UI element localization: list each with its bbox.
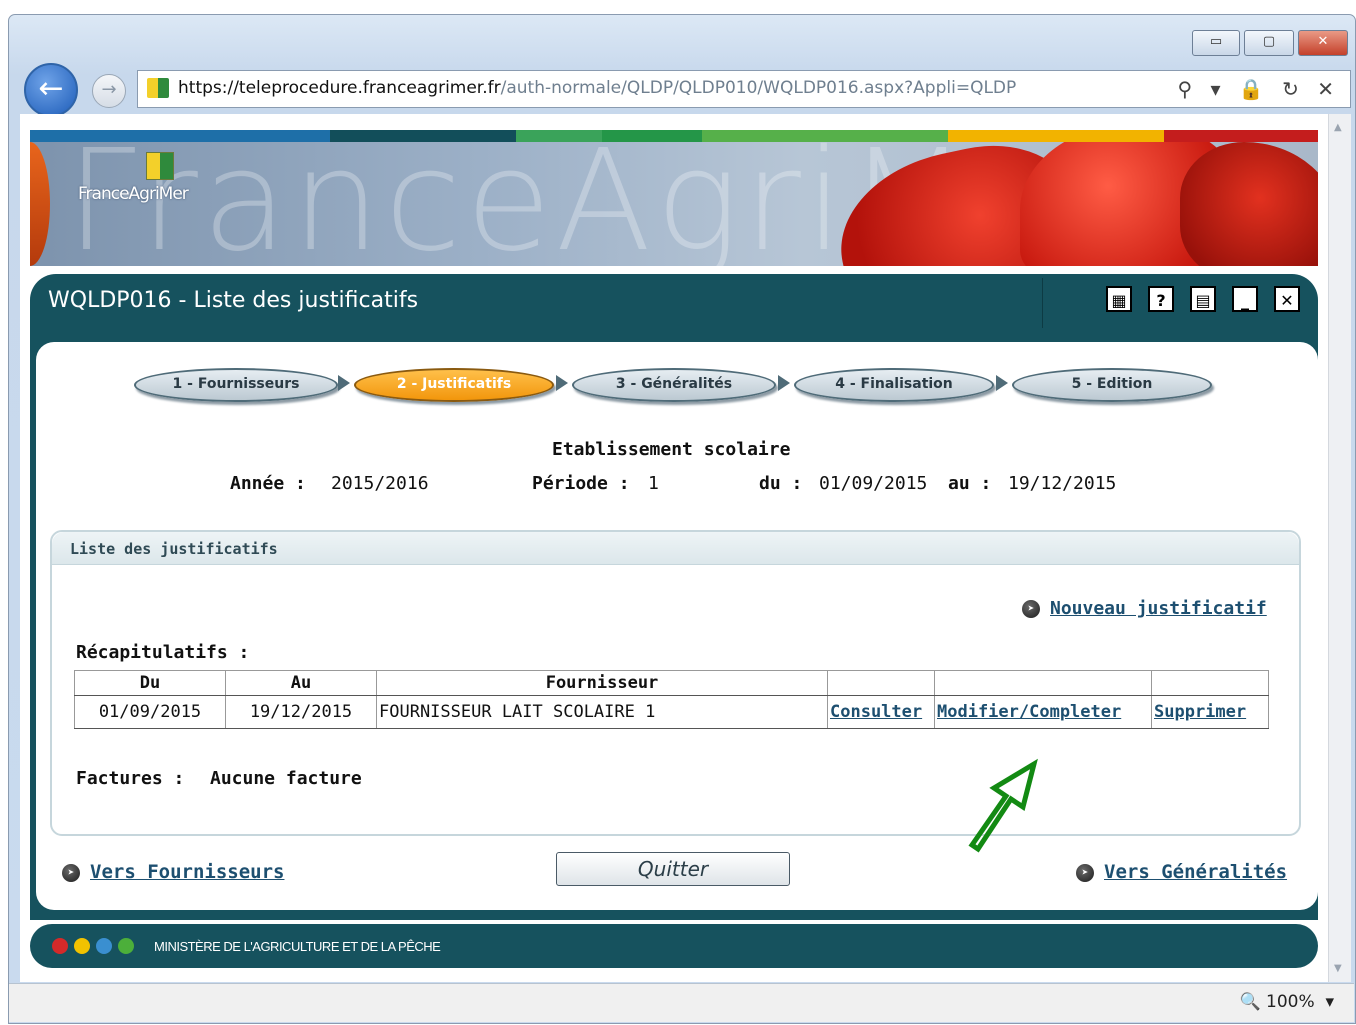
calculator-icon[interactable]: ▦	[1106, 286, 1132, 312]
flower-petal	[30, 142, 50, 266]
step-arrow-icon	[778, 375, 790, 391]
zoom-level: 100%	[1266, 992, 1315, 1012]
delete-link[interactable]: Supprimer	[1154, 702, 1246, 722]
strip-segment	[30, 130, 330, 142]
site-banner: FranceAgriMer FranceAgriMer	[30, 142, 1318, 266]
step-generalites[interactable]: 3 - Généralités	[572, 368, 776, 402]
cell-consult: Consulter	[827, 695, 935, 729]
year-label: Année :	[230, 473, 306, 494]
vers-fournisseurs-label: Vers Fournisseurs	[90, 861, 285, 883]
url-domain: https://teleprocedure.franceagrimer.fr	[178, 78, 501, 98]
vers-fournisseurs-link[interactable]: ➤ Vers Fournisseurs	[62, 861, 284, 883]
scrollbar[interactable]: ▲ ▼	[1328, 114, 1351, 982]
period-value: 1	[648, 473, 659, 494]
back-arrow-icon[interactable]: ←	[24, 63, 78, 117]
step-finalisation[interactable]: 4 - Finalisation	[794, 368, 994, 402]
strip-segment	[516, 130, 602, 142]
annotation-arrow-shape	[968, 758, 1038, 853]
browser-status-bar: 🔍 100% ▾	[9, 983, 1354, 1022]
strip-segment	[330, 130, 516, 142]
minimize-icon[interactable]: _	[1232, 286, 1258, 312]
column-header-fournisseur: Fournisseur	[376, 670, 828, 696]
annotation-arrow-icon	[968, 758, 1038, 853]
window-close-button[interactable]: ✕	[1298, 30, 1348, 56]
franceagrimer-logo-icon	[146, 152, 174, 180]
red-dot-icon	[52, 938, 68, 954]
address-bar-icons[interactable]: ⚲ ▾ 🔒 ↻ ✕	[1177, 77, 1340, 101]
step-justificatifs[interactable]: 2 - Justificatifs	[354, 368, 554, 402]
strip-segment	[602, 130, 702, 142]
establishment-type: Etablissement scolaire	[552, 439, 791, 460]
panel-title: Liste des justificatifs	[70, 540, 278, 558]
step-edition[interactable]: 5 - Edition	[1012, 368, 1212, 402]
from-label: du :	[759, 473, 803, 494]
consult-link[interactable]: Consulter	[830, 702, 922, 722]
yellow-dot-icon	[74, 938, 90, 954]
column-header-du: Du	[74, 670, 226, 696]
column-header-action	[827, 670, 935, 696]
step-arrow-icon	[338, 375, 350, 391]
column-header-au: Au	[225, 670, 377, 696]
bullet-arrow-icon: ➤	[1076, 863, 1094, 882]
logo-text: FranceAgriMer	[78, 184, 189, 204]
print-icon[interactable]: ▤	[1190, 286, 1216, 312]
column-header-action	[934, 670, 1152, 696]
bullet-arrow-icon: ➤	[62, 863, 80, 882]
flower-image	[1180, 142, 1318, 266]
zoom-icon: 🔍	[1239, 992, 1261, 1012]
forward-arrow-icon[interactable]: →	[92, 74, 126, 108]
cell-modify: Modifier/Completer	[934, 695, 1152, 729]
vers-generalites-label: Vers Généralités	[1104, 861, 1288, 883]
strip-segment	[1164, 130, 1318, 142]
blue-dot-icon	[96, 938, 112, 954]
invoices-label: Factures :	[76, 768, 185, 789]
step-arrow-icon	[996, 375, 1008, 391]
cell-au: 19/12/2015	[225, 695, 377, 729]
recap-table: Du Au Fournisseur 01/09/2015 19/12/2015 …	[74, 670, 1269, 729]
strip-segment	[948, 130, 1164, 142]
help-icon[interactable]: ?	[1148, 286, 1174, 312]
modify-complete-link[interactable]: Modifier/Completer	[937, 702, 1121, 722]
color-strip	[30, 130, 1318, 142]
title-separator	[1042, 278, 1043, 328]
new-justificatif-link[interactable]: ➤ Nouveau justificatif	[1022, 598, 1267, 619]
bullet-arrow-icon: ➤	[1022, 600, 1040, 618]
page-title-bar: WQLDP016 - Liste des justificatifs ▦ ? ▤…	[30, 274, 1318, 330]
scroll-up-icon[interactable]: ▲	[1334, 122, 1342, 133]
from-value: 01/09/2015	[819, 473, 928, 494]
cell-du: 01/09/2015	[74, 695, 226, 729]
url-path: /auth-normale/QLDP/QLDP010/WQLDP016.aspx…	[500, 78, 1017, 98]
step-arrow-icon	[556, 375, 568, 391]
table-header-row: Du Au Fournisseur	[74, 670, 1269, 696]
url-text[interactable]: https://teleprocedure.franceagrimer.fr/a…	[178, 78, 1016, 98]
window-minimize-button[interactable]: ▭	[1192, 30, 1240, 56]
recap-label: Récapitulatifs :	[76, 642, 250, 663]
to-label: au :	[948, 473, 992, 494]
page-title: WQLDP016 - Liste des justificatifs	[48, 288, 419, 313]
column-header-action	[1151, 670, 1269, 696]
to-value: 19/12/2015	[1008, 473, 1117, 494]
cell-delete: Supprimer	[1151, 695, 1269, 729]
period-label: Période :	[532, 473, 630, 494]
ministry-text: MINISTÈRE DE L'AGRICULTURE ET DE LA PÊCH…	[154, 939, 441, 954]
table-row: 01/09/2015 19/12/2015 FOURNISSEUR LAIT S…	[74, 695, 1269, 729]
quit-button[interactable]: Quitter	[556, 852, 790, 886]
step-fournisseurs[interactable]: 1 - Fournisseurs	[134, 368, 338, 402]
scroll-down-icon[interactable]: ▼	[1334, 963, 1342, 974]
site-footer: MINISTÈRE DE L'AGRICULTURE ET DE LA PÊCH…	[30, 924, 1318, 968]
year-value: 2015/2016	[331, 473, 429, 494]
window-maximize-button[interactable]: ▢	[1244, 30, 1294, 56]
zoom-control[interactable]: 🔍 100% ▾	[1239, 992, 1334, 1012]
strip-segment	[702, 130, 948, 142]
invoices-value: Aucune facture	[210, 768, 362, 789]
close-icon[interactable]: ✕	[1274, 286, 1300, 312]
favicon-icon	[147, 78, 169, 98]
green-dot-icon	[118, 938, 134, 954]
cell-fournisseur: FOURNISSEUR LAIT SCOLAIRE 1	[376, 695, 828, 729]
panel-header: Liste des justificatifs	[52, 532, 1299, 565]
new-justificatif-label: Nouveau justificatif	[1050, 598, 1267, 619]
vers-generalites-link[interactable]: ➤ Vers Généralités	[1076, 861, 1287, 883]
